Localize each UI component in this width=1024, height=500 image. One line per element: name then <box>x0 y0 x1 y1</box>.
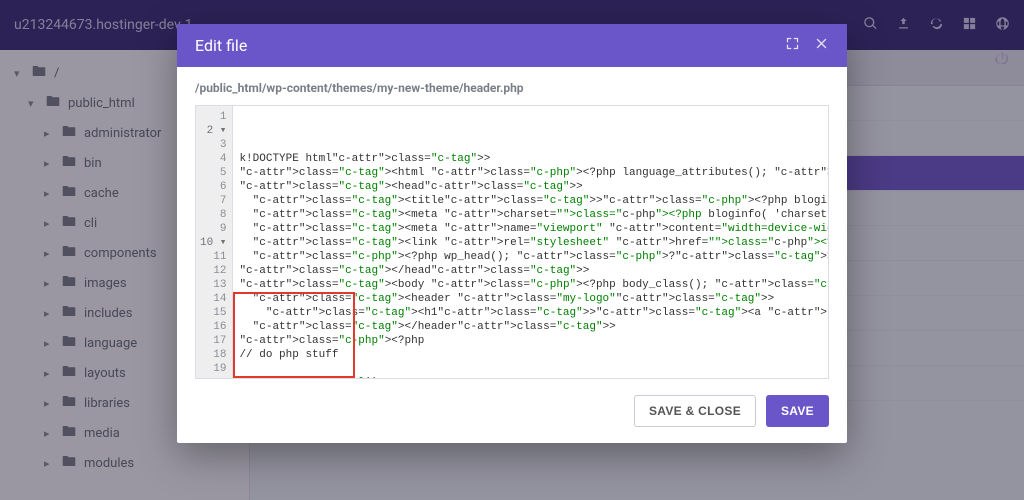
modal-backdrop: Edit file /public_html/wp-content/themes… <box>0 0 1024 500</box>
save-button[interactable]: SAVE <box>766 395 829 427</box>
fullscreen-icon[interactable] <box>785 36 800 55</box>
close-icon[interactable] <box>814 36 829 55</box>
modal-title: Edit file <box>195 36 247 55</box>
modal-footer: SAVE & CLOSE SAVE <box>177 385 847 443</box>
code-content[interactable]: k!DOCTYPE html"c-attr">class="c-tag">> "… <box>239 152 822 378</box>
modal-header: Edit file <box>177 24 847 67</box>
file-path: /public_html/wp-content/themes/my-new-th… <box>195 81 829 95</box>
code-editor[interactable]: 12 ▾345678910 ▾111213141516171819 k!DOCT… <box>195 105 829 379</box>
save-close-button[interactable]: SAVE & CLOSE <box>634 395 756 427</box>
edit-file-modal: Edit file /public_html/wp-content/themes… <box>177 24 847 443</box>
